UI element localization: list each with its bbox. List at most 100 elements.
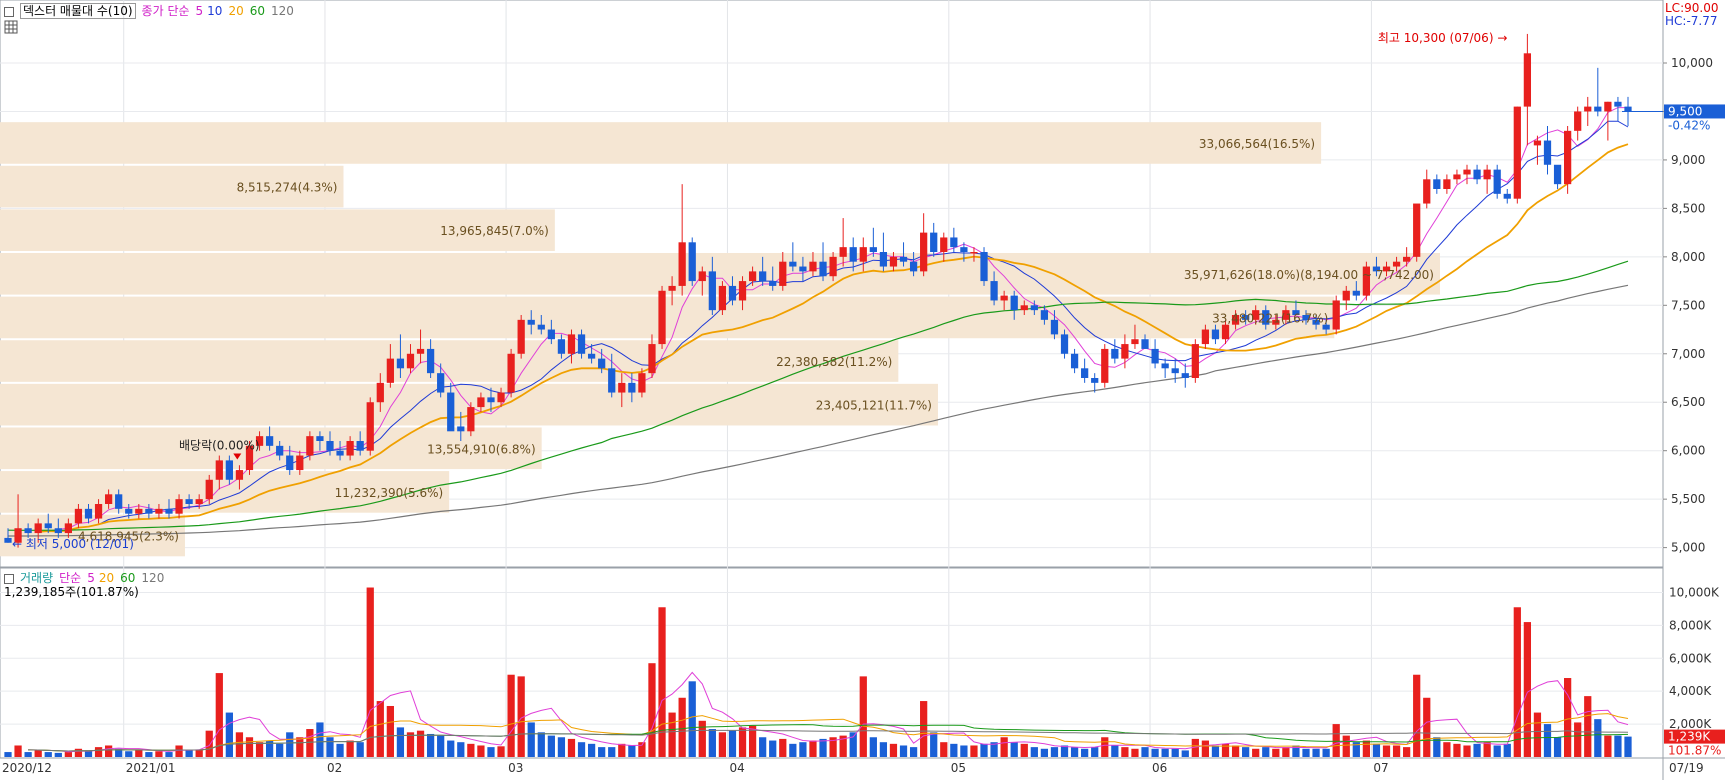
price-tick-label: 6,000 [1671,444,1705,458]
collapse-icon[interactable] [4,6,14,17]
candle-body [507,353,515,393]
candle-body [1574,111,1582,131]
candle-body [1584,106,1592,112]
candle-body [517,319,525,354]
current-volume-pct: 101.87% [1668,744,1721,758]
current-price-label: 9,500 [1668,104,1702,118]
volume-bar [1070,747,1079,757]
candle-body [276,445,284,456]
volume-bar [1282,747,1290,757]
volume-profile-bar [0,122,1322,164]
volume-bar [950,743,958,757]
volume-bar [1312,748,1320,757]
volume-bar [789,743,797,757]
volume-bar [658,607,666,757]
volume-bar [1010,742,1018,757]
volume-bar [396,727,405,757]
volume-axis: 2,000K4,000K6,000K8,000K10,000K [1669,585,1720,731]
price-tick-label: 8,000 [1671,250,1705,264]
volume-bar [1181,750,1189,757]
candle-body [1433,179,1441,189]
candle-body [1543,140,1552,165]
volume-collapse-icon[interactable] [4,573,14,584]
volume-bar [457,742,465,757]
price-legend[interactable]: 덱스터 매물대 수(10) 종가 단순 5 10 20 60 120 [4,2,300,19]
candle-body [115,494,123,509]
candle-body [376,382,384,403]
volume-bar [1413,674,1421,757]
chart-canvas[interactable]: 33,066,564(16.5%) 8,515,274(4.3%) 13,965,8… [0,0,1725,780]
volume-bar [255,742,264,757]
volume-bar [668,712,676,757]
volume-bar [437,735,445,757]
volume-bar [1513,607,1521,757]
candle-body [1191,344,1199,378]
volume-bar [1392,745,1401,757]
candle-body [497,392,505,403]
volume-bar [980,743,988,757]
candle-body [175,499,183,514]
volume-bar [205,730,213,757]
volume-profile-label: 13,965,845(7.0%) [440,224,549,238]
volume-bar [1101,737,1109,757]
candle-body [286,455,294,471]
volume-bar [135,750,143,757]
candle-body [1503,193,1511,199]
volume-bar [698,720,706,757]
candle-body [1091,378,1099,383]
volume-bar [759,737,767,757]
candle-body [1342,290,1350,301]
volume-bar [34,750,42,757]
volume-bar [175,745,183,757]
candle-body [618,382,626,393]
candle-body [1010,295,1018,311]
candle-body [557,339,566,354]
volume-bar [406,732,415,757]
volume-bar [779,738,787,757]
candle-body [668,285,676,291]
volume-bar [74,748,83,757]
candle-body [4,537,12,543]
candle-body [1020,305,1028,311]
date-tick-label: 2021/01 [126,761,176,775]
volume-bar [1564,678,1572,757]
candle-body [728,285,737,301]
date-axis: 2020/12 2021/01 02 03 04 05 06 07 07/19 [2,761,1704,775]
candle-body [346,441,354,456]
candle-body [769,281,777,286]
price-tick-label: 5,000 [1671,541,1705,555]
volume-profile-label: 35,971,626(18.0%)(8,194.00 ~ 7,742.00) [1184,268,1434,282]
volume-bar [104,745,113,757]
volume-bar [537,732,545,757]
candle-body [336,450,344,456]
grid-toggle-icon[interactable] [4,20,18,37]
volume-profile-label: 33,066,564(16.5%) [1199,137,1315,151]
candle-body [1443,179,1451,189]
volume-bar [1533,712,1542,757]
volume-bar [1161,748,1169,757]
volume-bar [286,732,294,757]
volume-bar [809,740,817,757]
dividend-annotation: 배당락(0.00%) [179,439,260,453]
volume-bar [1252,748,1260,757]
candle-body [688,242,696,282]
candle-body [1040,310,1049,320]
volume-bar [909,747,918,757]
volume-bar [54,752,62,757]
candle-body [155,508,163,514]
candle-body [104,494,113,504]
stock-chart[interactable]: 33,066,564(16.5%) 8,515,274(4.3%) 13,965,8… [0,0,1725,780]
high-annotation: 최고 10,300 (07/06) → [1378,31,1508,45]
candle-body [125,508,133,514]
candle-body [950,237,958,248]
candle-body [1070,353,1079,369]
candle-body [678,242,686,286]
volume-bar [4,752,12,757]
candle-body [1594,106,1602,112]
volume-bar [1493,745,1501,757]
candle-body [1604,101,1612,112]
volume-bar [1584,696,1592,757]
date-tick-label: 03 [508,761,523,775]
volume-bar [1473,743,1481,757]
candle-body [1423,179,1431,204]
